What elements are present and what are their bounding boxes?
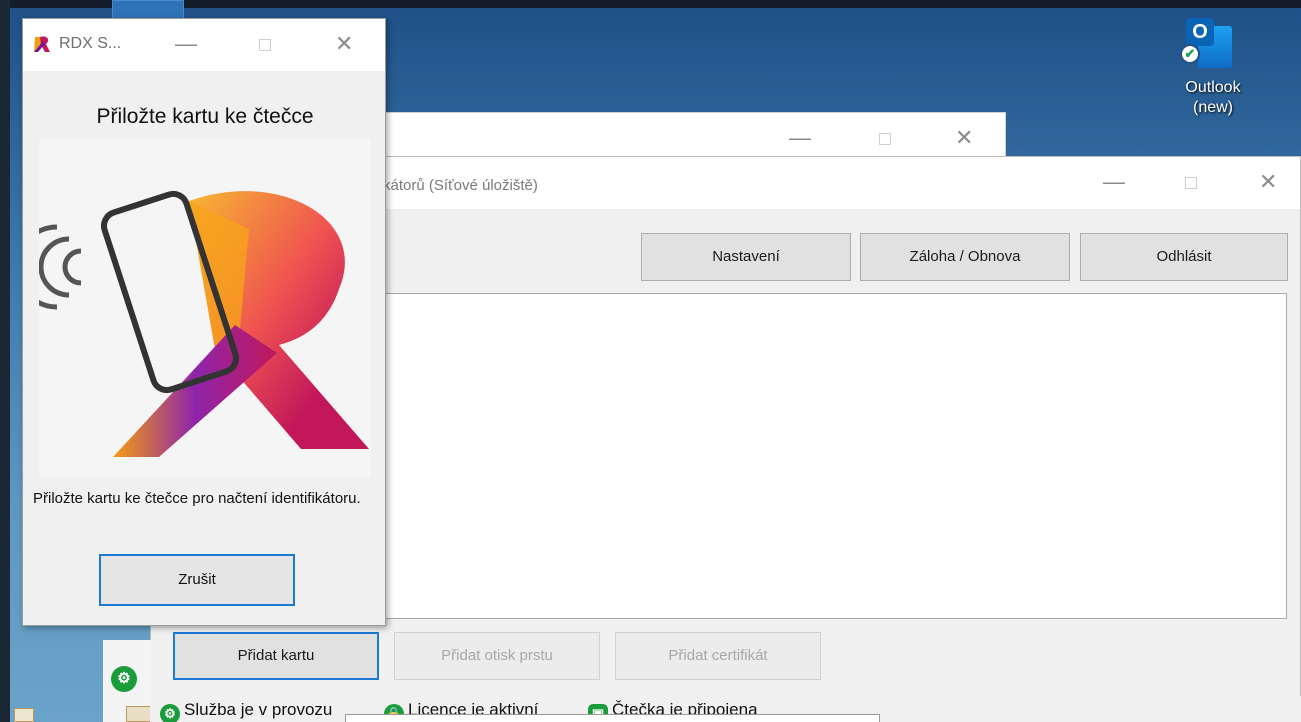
rfid-card-logo-icon [14,190,369,457]
outlook-label: Outlook (new) [1170,78,1256,118]
logout-button[interactable]: Odhlásit [1080,233,1288,281]
rdx-dialog-heading: Přiložte kartu ke čtečce [96,105,314,128]
outlook-label-line2: (new) [1192,99,1233,116]
cancel-button[interactable]: Zrušit [99,554,295,606]
screen-frame-left [0,0,10,722]
settings-button[interactable]: Nastavení [641,233,851,281]
outlook-label-line1: Outlook [1185,79,1241,96]
popup-window-edge [345,714,880,722]
rdx-card-dialog: RDX S... — ✕ Přiložte kartu ke čtečce Př… [14,18,386,626]
rdx-dialog-title: RDX S... [59,35,122,52]
add-fingerprint-button[interactable]: Přidat otisk prstu [394,632,600,680]
desktop-file-icon[interactable] [14,708,34,722]
service-status-icon: ⚙ [160,704,180,722]
main-window-close-icon[interactable]: ✕ [1259,171,1277,193]
main-window-title: kátorů (Síťové úložiště) [383,177,538,194]
sync-check-icon: ✔ [1180,44,1200,64]
rdx-close-icon[interactable]: ✕ [335,33,353,55]
back-window-minimize-icon[interactable]: — [789,127,811,149]
rdx-maximize-icon [259,39,271,51]
card-reader-logo [14,139,371,477]
backup-restore-button[interactable]: Záloha / Obnova [860,233,1070,281]
outlook-shortcut[interactable]: O ✔ Outlook (new) [1170,14,1270,134]
back-window-maximize-icon [879,133,891,145]
main-window-maximize-icon[interactable] [1185,177,1197,189]
status-service-text: Služba je v provozu [184,700,333,719]
rdx-app-icon [34,36,50,52]
back-window-close-icon[interactable]: ✕ [955,127,973,149]
status-service: ⚙ Služba je v provozu [160,700,332,722]
rdx-dialog-titlebar: RDX S... — ✕ [23,19,385,71]
desktop: O ✔ Outlook (new) — ✕ kátorů (Síťové úlo… [0,0,1301,722]
main-window-minimize-icon[interactable]: — [1103,171,1125,193]
rdx-dialog-message: Přiložte kartu ke čtečce pro načtení ide… [33,490,361,507]
rdx-minimize-icon[interactable]: — [175,33,197,55]
add-card-button[interactable]: Přidat kartu [173,632,379,680]
desktop-folder-icon[interactable] [126,706,152,722]
add-certificate-button[interactable]: Přidat certifikát [615,632,821,680]
screen-frame-top [0,0,1301,8]
background-window[interactable]: — ✕ [380,112,1006,162]
outlook-icon: O ✔ [1180,14,1232,72]
service-gear-icon[interactable]: ⚙ [111,666,137,692]
